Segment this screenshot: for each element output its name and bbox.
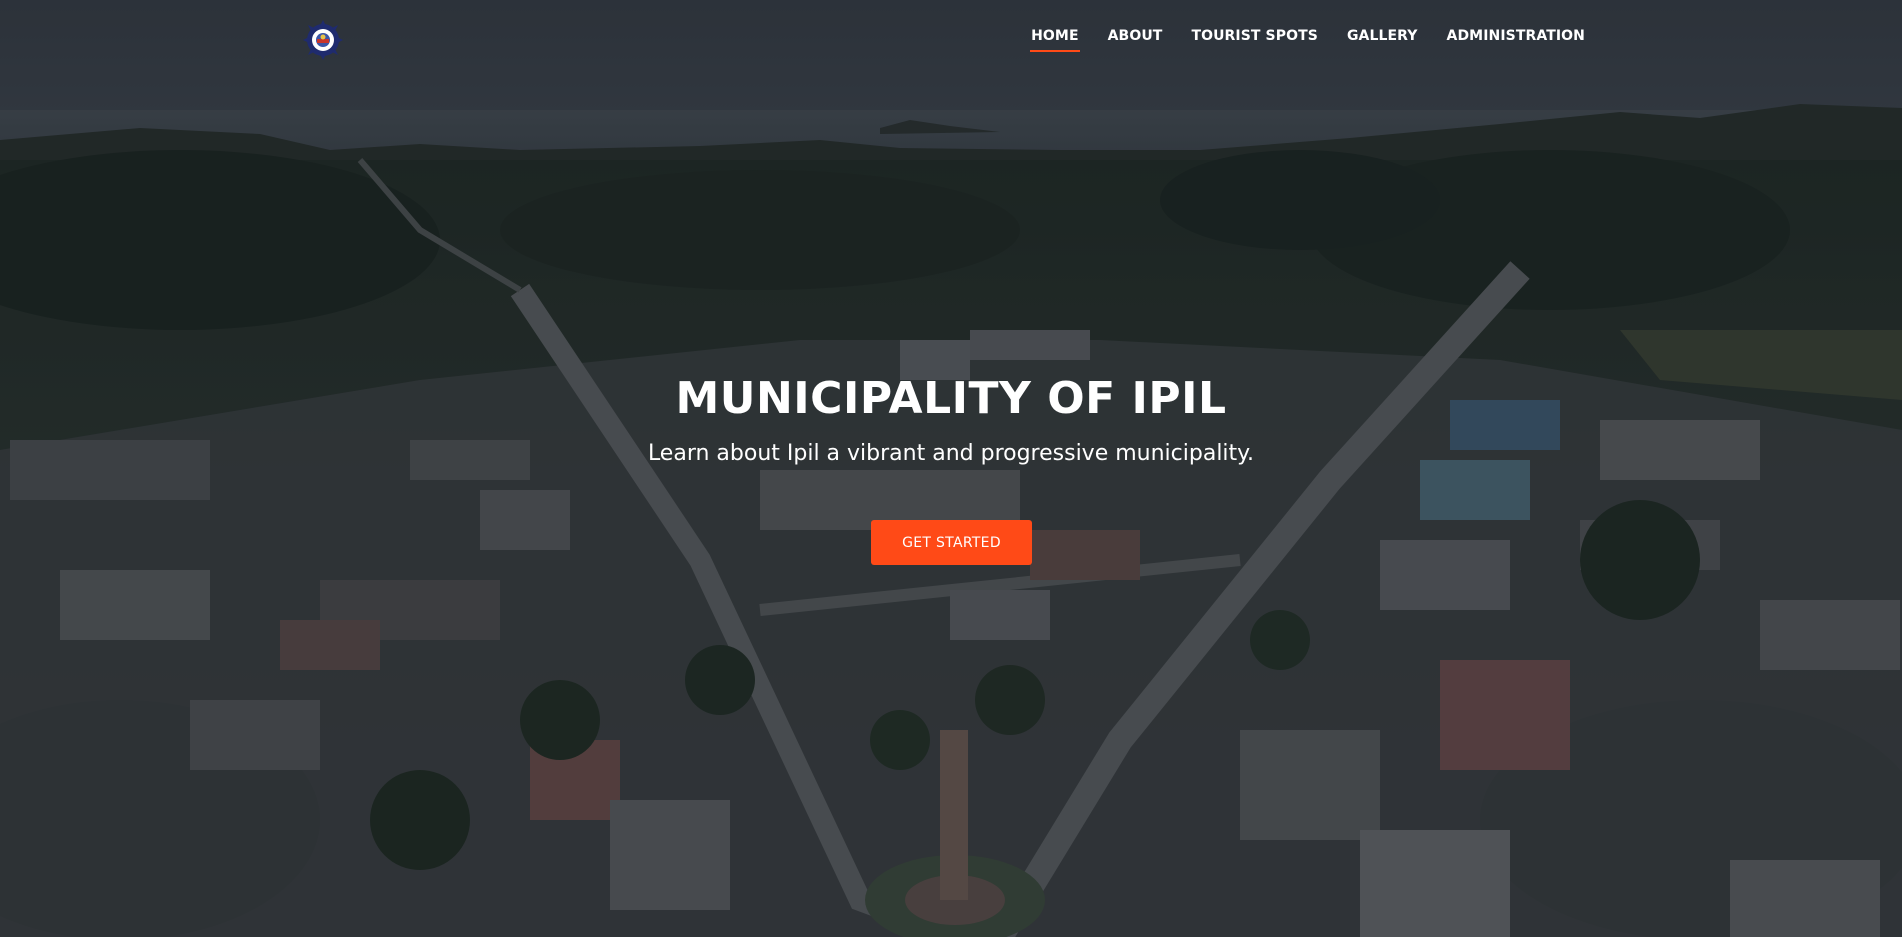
- nav-link-about[interactable]: ABOUT: [1108, 28, 1163, 52]
- municipal-seal-icon: [303, 20, 343, 60]
- hero-subtitle: Learn about Ipil a vibrant and progressi…: [647, 441, 1255, 466]
- hero-dark-overlay: [0, 0, 1902, 937]
- get-started-button[interactable]: GET STARTED: [871, 520, 1032, 565]
- nav-item-home: HOME: [1030, 28, 1080, 52]
- nav-item-administration: ADMINISTRATION: [1447, 28, 1585, 52]
- main-nav: HOME ABOUT TOURIST SPOTS GALLERY ADMINIS…: [1030, 28, 1585, 52]
- nav-item-gallery: GALLERY: [1347, 28, 1418, 52]
- nav-item-about: ABOUT: [1108, 28, 1163, 52]
- nav-link-home[interactable]: HOME: [1030, 28, 1080, 52]
- site-logo-link[interactable]: [303, 20, 343, 60]
- nav-item-tourist-spots: TOURIST SPOTS: [1191, 28, 1318, 52]
- nav-link-gallery[interactable]: GALLERY: [1347, 28, 1418, 52]
- hero-background-image: [0, 0, 1902, 937]
- nav-link-administration[interactable]: ADMINISTRATION: [1447, 28, 1585, 52]
- site-header: HOME ABOUT TOURIST SPOTS GALLERY ADMINIS…: [0, 0, 1902, 78]
- nav-link-tourist-spots[interactable]: TOURIST SPOTS: [1191, 28, 1318, 52]
- hero-title: MUNICIPALITY OF IPIL: [675, 373, 1227, 424]
